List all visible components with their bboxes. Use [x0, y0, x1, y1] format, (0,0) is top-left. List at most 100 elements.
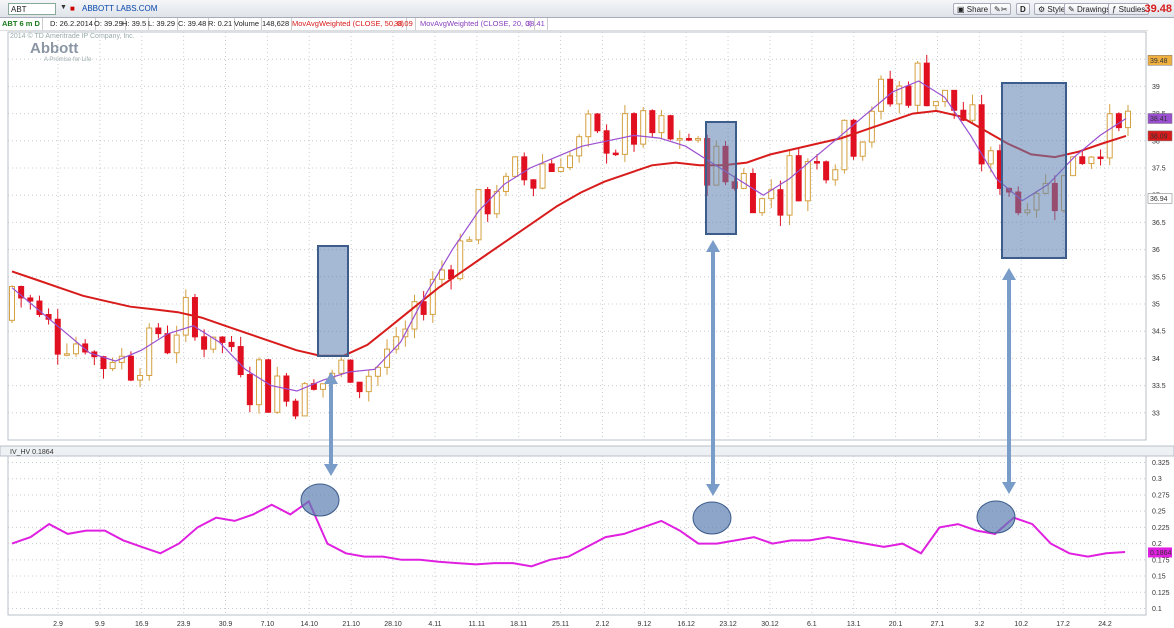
- candle-body: [932, 101, 939, 107]
- candle-body: [749, 172, 756, 214]
- candle-body: [219, 336, 226, 343]
- x-tick-label: 17.2: [1056, 621, 1070, 628]
- candle-body: [813, 161, 820, 164]
- candle-body: [804, 161, 811, 202]
- x-tick-label: 27.1: [931, 621, 945, 628]
- iv-value-tag: 0.1864: [1150, 550, 1172, 557]
- x-tick-label: 20.1: [889, 621, 903, 628]
- x-tick-label: 30.12: [761, 621, 779, 628]
- annotation-arrow-head: [1002, 268, 1016, 280]
- x-tick-label: 9.12: [638, 621, 652, 628]
- candle-body: [951, 89, 958, 111]
- indicator-header: [0, 445, 1174, 457]
- x-tick-label: 25.11: [552, 621, 569, 628]
- candle-body: [777, 189, 784, 216]
- x-tick-label: 9.9: [95, 621, 105, 628]
- x-tick-label: 21.10: [342, 621, 360, 628]
- y-tick-label: 0.15: [1152, 574, 1166, 581]
- candle-body: [905, 85, 912, 106]
- candle-body: [1115, 113, 1122, 129]
- y-tick-label: 0.175: [1152, 557, 1170, 564]
- candle-body: [274, 375, 281, 413]
- candle-body: [887, 78, 894, 105]
- highlight-circle: [300, 483, 340, 517]
- y-tick-label: 34: [1152, 356, 1160, 363]
- y-tick-label: 35: [1152, 302, 1160, 309]
- y-tick-label: 36: [1152, 247, 1160, 254]
- candle-body: [786, 155, 793, 216]
- candle-body: [1079, 156, 1086, 165]
- y-tick-label: 0.325: [1152, 460, 1170, 467]
- indicator-label: IV_HV 0.1864: [10, 449, 54, 456]
- y-tick-label: 0.2: [1152, 541, 1162, 548]
- highlight-circle: [692, 501, 732, 535]
- candle-body: [512, 156, 519, 177]
- highlight-box: [317, 245, 349, 357]
- candle-body: [658, 115, 665, 134]
- candle-body: [841, 119, 848, 171]
- candle-body: [27, 297, 34, 302]
- candle-body: [493, 190, 500, 215]
- candle-body: [137, 374, 144, 381]
- cursor-price-tag: 36.94: [1150, 196, 1168, 203]
- annotation-arrow-head: [324, 464, 338, 476]
- y-tick-label: 0.25: [1152, 509, 1166, 516]
- highlight-box: [705, 121, 737, 235]
- x-tick-label: 13.1: [847, 621, 861, 628]
- x-tick-label: 10.2: [1014, 621, 1028, 628]
- x-tick-label: 4.11: [428, 621, 441, 628]
- highlight-box: [1001, 82, 1067, 259]
- candle-body: [338, 359, 345, 374]
- x-tick-label: 3.2: [974, 621, 984, 628]
- candle-body: [1097, 156, 1104, 160]
- candle-body: [9, 285, 15, 321]
- candle-body: [539, 163, 546, 189]
- x-tick-label: 2.9: [53, 621, 63, 628]
- candle-body: [594, 113, 601, 132]
- x-tick-label: 28.10: [384, 621, 402, 628]
- candle-body: [146, 327, 153, 376]
- x-tick-label: 14.10: [301, 621, 319, 628]
- ma50-price-tag: 38.09: [1150, 133, 1168, 140]
- candle-body: [1088, 156, 1095, 165]
- candle-body: [823, 161, 830, 181]
- candle-body: [987, 150, 994, 165]
- candle-body: [795, 155, 802, 202]
- indicator-panel-frame: [7, 455, 1147, 616]
- candle-body: [164, 333, 171, 354]
- x-tick-label: 11.11: [469, 621, 486, 628]
- candle-body: [1106, 113, 1113, 159]
- annotation-arrow-head: [706, 484, 720, 496]
- last-price-tag: 39.48: [1150, 58, 1168, 65]
- candle-body: [109, 361, 116, 370]
- candle-body: [878, 78, 885, 112]
- candle-body: [255, 359, 262, 406]
- candle-body: [320, 383, 327, 390]
- y-tick-label: 0.3: [1152, 476, 1162, 483]
- candle-body: [548, 163, 555, 173]
- chart-canvas[interactable]: 2.9 9.9 16.9 23.9 30.9 7.10 14.10 21.10 28.10 4.1…: [0, 0, 1174, 628]
- x-tick-label: 6.1: [807, 621, 817, 628]
- x-tick-label: 23.12: [719, 621, 737, 628]
- candle-body: [237, 346, 244, 376]
- candle-body: [612, 152, 619, 156]
- x-tick-label: 16.12: [677, 621, 695, 628]
- candle-body: [246, 374, 253, 406]
- candle-body: [832, 169, 839, 181]
- y-tick-label: 36.5: [1152, 220, 1166, 227]
- x-tick-label: 23.9: [177, 621, 191, 628]
- candle-body: [265, 359, 272, 413]
- candle-body: [740, 172, 747, 189]
- highlight-circle: [976, 500, 1016, 534]
- candle-body: [649, 110, 656, 134]
- candle-body: [859, 141, 866, 157]
- candle-body: [914, 62, 921, 106]
- candle-body: [557, 167, 564, 173]
- candle-body: [521, 156, 528, 181]
- x-tick-label: 2.12: [596, 621, 610, 628]
- candle-body: [73, 343, 80, 355]
- candle-body: [759, 198, 766, 214]
- y-tick-label: 33: [1152, 410, 1160, 417]
- annotation-arrow-head: [706, 240, 720, 252]
- y-tick-label: 37.5: [1152, 166, 1166, 173]
